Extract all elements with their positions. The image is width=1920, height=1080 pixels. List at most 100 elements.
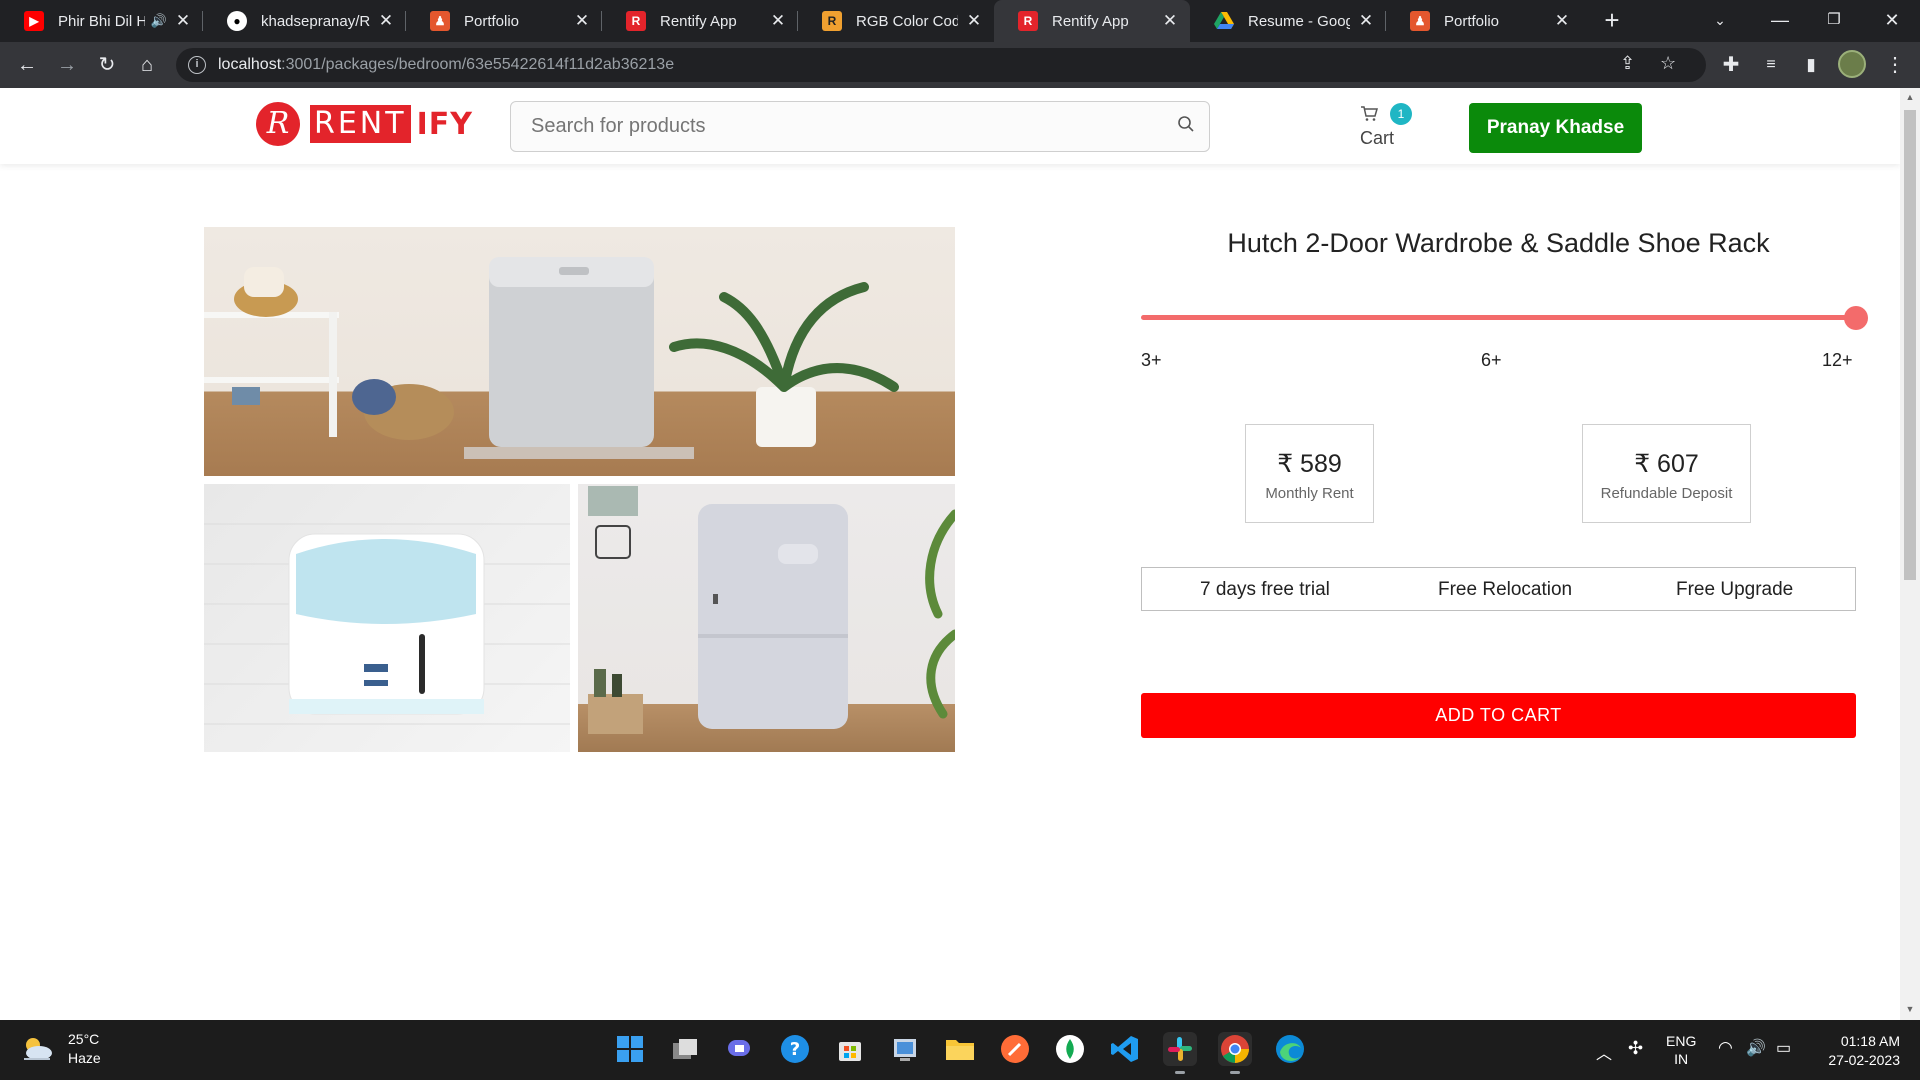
tab-title: RGB Color Codes xyxy=(856,12,958,30)
site-info-icon[interactable]: i xyxy=(188,56,206,74)
logo-mark: R xyxy=(256,102,300,146)
slack-icon[interactable] xyxy=(1163,1032,1197,1074)
lang-top: ENG xyxy=(1666,1033,1697,1049)
slack-tray-icon[interactable]: ✣ xyxy=(1628,1038,1643,1080)
tab-portfolio[interactable]: ♟ Portfolio ✕ xyxy=(406,0,602,42)
slider-thumb[interactable] xyxy=(1844,306,1868,330)
scrollbar-thumb[interactable] xyxy=(1904,110,1916,580)
cart-label: Cart xyxy=(1360,128,1395,148)
task-view-icon[interactable] xyxy=(668,1032,702,1066)
washing-machine-image xyxy=(204,227,955,476)
search-input[interactable] xyxy=(511,102,1161,151)
menu-icon[interactable]: ⋮ xyxy=(1880,50,1910,80)
side-panel-icon[interactable]: ▮ xyxy=(1796,50,1826,80)
deposit-value: ₹ 607 xyxy=(1634,450,1699,478)
profile-avatar[interactable] xyxy=(1838,50,1866,78)
home-icon[interactable]: ⌂ xyxy=(132,50,162,80)
lang-bottom: IN xyxy=(1674,1051,1689,1067)
postman-icon[interactable] xyxy=(998,1032,1032,1066)
help-icon[interactable]: ? xyxy=(778,1032,812,1066)
clock[interactable]: 01:18 AM 27-02-2023 xyxy=(1820,1032,1900,1080)
rgb-icon: R xyxy=(822,11,842,31)
teams-chat-icon[interactable] xyxy=(723,1032,757,1066)
tab-resume[interactable]: Resume - Google ✕ xyxy=(1190,0,1386,42)
feature-free-trial: 7 days free trial xyxy=(1200,579,1330,600)
clock-date: 27-02-2023 xyxy=(1828,1052,1900,1068)
search-icon[interactable] xyxy=(1177,115,1195,133)
slider-track[interactable] xyxy=(1141,315,1856,320)
language-indicator[interactable]: ENG IN xyxy=(1666,1032,1696,1080)
share-icon[interactable]: ⇪ xyxy=(1620,53,1635,74)
vscode-icon[interactable] xyxy=(1108,1032,1142,1066)
cart-link[interactable]: 1 Cart xyxy=(1358,100,1418,156)
close-icon[interactable]: ✕ xyxy=(1554,11,1570,31)
feature-free-upgrade: Free Upgrade xyxy=(1676,579,1794,600)
edge-icon[interactable] xyxy=(1273,1032,1307,1066)
tenure-tick-6[interactable]: 6+ xyxy=(1481,350,1502,371)
media-control-icon[interactable]: ≡ xyxy=(1756,50,1786,80)
volume-icon[interactable]: 🔊 xyxy=(1746,1038,1766,1080)
address-bar[interactable]: i localhost:3001/packages/bedroom/63e554… xyxy=(176,48,1706,82)
rentify-icon: R xyxy=(1018,11,1038,31)
weather-haze-icon xyxy=(24,1038,52,1060)
close-icon[interactable]: ✕ xyxy=(966,11,982,31)
search-bar xyxy=(510,101,1210,152)
minimize-button[interactable]: — xyxy=(1752,0,1808,42)
weather-condition: Haze xyxy=(68,1050,101,1066)
close-icon[interactable]: ✕ xyxy=(1358,11,1374,31)
close-icon[interactable]: ✕ xyxy=(175,11,191,31)
scroll-up-arrow-icon[interactable]: ▲ xyxy=(1904,92,1916,102)
close-icon[interactable]: ✕ xyxy=(1162,11,1178,31)
new-tab-button[interactable]: + xyxy=(1597,6,1627,36)
portfolio-icon: ♟ xyxy=(430,11,450,31)
back-icon[interactable]: ← xyxy=(12,50,42,80)
close-icon[interactable]: ✕ xyxy=(574,11,590,31)
tab-title: Phir Bhi Dil H xyxy=(58,12,145,30)
restore-button[interactable]: ❐ xyxy=(1806,0,1862,42)
tab-title: khadsepranay/Re xyxy=(261,12,370,30)
tenure-slider[interactable] xyxy=(1141,306,1868,330)
tab-portfolio-2[interactable]: ♟ Portfolio ✕ xyxy=(1386,0,1582,42)
bookmark-star-icon[interactable]: ☆ xyxy=(1660,53,1676,74)
page-scrollbar[interactable]: ▲ ▼ xyxy=(1900,88,1920,1020)
features-bar: 7 days free trial Free Relocation Free U… xyxy=(1141,567,1856,611)
rentify-logo[interactable]: R RENT IFY xyxy=(256,101,473,147)
deposit-label: Refundable Deposit xyxy=(1600,485,1733,502)
microsoft-store-icon[interactable] xyxy=(833,1032,867,1066)
portfolio-icon: ♟ xyxy=(1410,11,1430,31)
close-icon[interactable]: ✕ xyxy=(378,11,394,31)
file-explorer-icon[interactable] xyxy=(943,1032,977,1066)
tab-search-icon[interactable]: ⌄ xyxy=(1692,0,1748,42)
tab-rentify-active[interactable]: R Rentify App ✕ xyxy=(994,0,1190,42)
tenure-tick-12[interactable]: 12+ xyxy=(1822,350,1853,371)
tab-rgb-codes[interactable]: R RGB Color Codes ✕ xyxy=(798,0,994,42)
rentify-icon: R xyxy=(626,11,646,31)
tab-github[interactable]: ● khadsepranay/Re ✕ xyxy=(203,0,406,42)
add-to-cart-button[interactable]: ADD TO CART xyxy=(1141,693,1856,738)
url-text[interactable]: localhost:3001/packages/bedroom/63e55422… xyxy=(218,56,674,74)
extensions-icon[interactable]: ✚ xyxy=(1716,50,1746,80)
control-panel-icon[interactable] xyxy=(888,1032,922,1066)
weather-widget[interactable]: 25°C Haze xyxy=(20,1030,101,1068)
show-hidden-icons-chevron-icon[interactable]: ︿ xyxy=(1596,1040,1612,1080)
mongodb-compass-icon[interactable] xyxy=(1053,1032,1087,1066)
youtube-icon: ▶ xyxy=(24,11,44,31)
tab-rentify[interactable]: R Rentify App ✕ xyxy=(602,0,798,42)
reload-icon[interactable]: ↻ xyxy=(92,50,122,80)
start-icon[interactable] xyxy=(613,1032,647,1066)
scroll-down-arrow-icon[interactable]: ▼ xyxy=(1904,1004,1916,1014)
deposit-box: ₹ 607 Refundable Deposit xyxy=(1582,424,1751,523)
close-window-button[interactable]: ✕ xyxy=(1864,0,1920,42)
speaker-icon[interactable]: 🔊 xyxy=(151,13,167,29)
wifi-icon[interactable]: ◠ xyxy=(1718,1038,1733,1080)
battery-icon[interactable]: ▭ xyxy=(1776,1038,1791,1080)
tab-youtube[interactable]: ▶ Phir Bhi Dil H 🔊 ✕ xyxy=(0,0,203,42)
user-account-button[interactable]: Pranay Khadse xyxy=(1469,103,1642,153)
forward-icon[interactable]: → xyxy=(52,50,82,80)
close-icon[interactable]: ✕ xyxy=(770,11,786,31)
tenure-tick-3[interactable]: 3+ xyxy=(1141,350,1162,371)
clock-time: 01:18 AM xyxy=(1840,1033,1900,1049)
chrome-icon[interactable] xyxy=(1218,1032,1252,1074)
google-drive-icon xyxy=(1214,11,1234,31)
tab-title: Portfolio xyxy=(464,12,520,30)
